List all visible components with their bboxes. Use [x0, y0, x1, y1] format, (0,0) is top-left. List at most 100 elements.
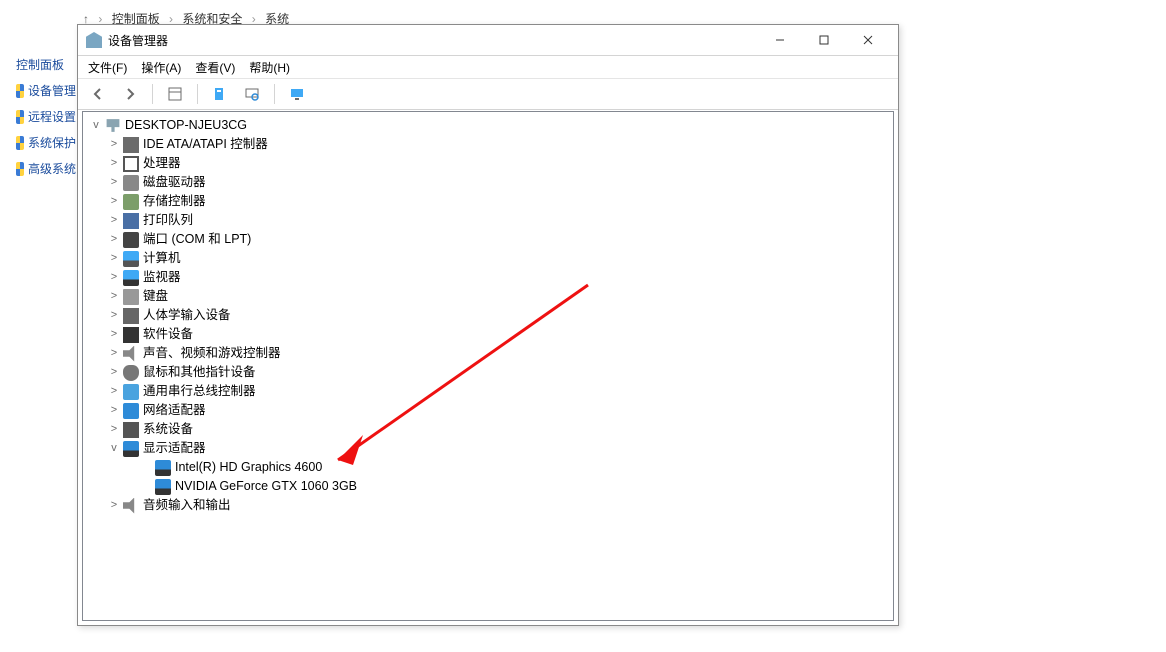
tree-label: 处理器	[143, 154, 181, 173]
disk-icon	[123, 175, 139, 191]
sidebar-item[interactable]: 系统保护	[16, 130, 76, 156]
tree-node[interactable]: > 计算机	[83, 249, 893, 268]
gpu-icon	[155, 460, 171, 476]
tree-label: 监视器	[143, 268, 181, 287]
shield-icon	[16, 110, 24, 124]
tree-label: 显示适配器	[143, 439, 206, 458]
sidebar-item[interactable]: 远程设置	[16, 104, 76, 130]
tree-label: 通用串行总线控制器	[143, 382, 256, 401]
menu-view[interactable]: 查看(V)	[195, 59, 235, 76]
tree-node[interactable]: > 网络适配器	[83, 401, 893, 420]
tree-node[interactable]: >端口 (COM 和 LPT)	[83, 230, 893, 249]
tree-node[interactable]: > 打印队列	[83, 211, 893, 230]
tree-node[interactable]: > 监视器	[83, 268, 893, 287]
shield-icon	[16, 136, 24, 150]
close-button[interactable]	[846, 25, 890, 55]
show-hide-tree-button[interactable]	[163, 82, 187, 106]
tree-node[interactable]: > 存储控制器	[83, 192, 893, 211]
ide-icon	[123, 137, 139, 153]
tree-label: 键盘	[143, 287, 168, 306]
tree-label: 人体学输入设备	[143, 306, 231, 325]
tree-node[interactable]: > 声音、视频和游戏控制器	[83, 344, 893, 363]
tree-label: 系统设备	[143, 420, 193, 439]
titlebar[interactable]: 设备管理器	[78, 25, 898, 56]
expand-toggle[interactable]: >	[107, 230, 121, 249]
expand-toggle[interactable]: >	[107, 496, 121, 515]
menu-help[interactable]: 帮助(H)	[249, 59, 290, 76]
sidebar-item[interactable]: 控制面板	[16, 52, 76, 78]
expand-toggle[interactable]: >	[107, 420, 121, 439]
tree-node[interactable]: > 磁盘驱动器	[83, 173, 893, 192]
mouse-icon	[123, 365, 139, 381]
tree-label: 声音、视频和游戏控制器	[143, 344, 281, 363]
device-tree[interactable]: vDESKTOP-NJEU3CG>IDE ATA/ATAPI 控制器>处理器>磁…	[82, 111, 894, 621]
tree-label: 网络适配器	[143, 401, 206, 420]
tree-node[interactable]: > 键盘	[83, 287, 893, 306]
menu-action[interactable]: 操作(A)	[141, 59, 181, 76]
app-icon	[86, 32, 102, 48]
gpu-icon	[155, 479, 171, 495]
snd-icon	[123, 346, 139, 362]
tree-label: 打印队列	[143, 211, 193, 230]
sidebar-item[interactable]: 设备管理	[16, 78, 76, 104]
stor-icon	[123, 194, 139, 210]
tree-node[interactable]: > 人体学输入设备	[83, 306, 893, 325]
forward-button[interactable]	[118, 82, 142, 106]
tree-label: IDE ATA/ATAPI 控制器	[143, 135, 268, 154]
sw-icon	[123, 327, 139, 343]
maximize-button[interactable]	[802, 25, 846, 55]
window-title: 设备管理器	[108, 32, 758, 49]
device-manager-window: 设备管理器 文件(F) 操作(A) 查看(V) 帮助(H)	[77, 24, 899, 626]
expand-toggle[interactable]: >	[107, 344, 121, 363]
shield-icon	[16, 162, 24, 176]
prn-icon	[123, 213, 139, 229]
pc-icon	[105, 118, 121, 134]
monitor-button[interactable]	[285, 82, 309, 106]
tree-label: 音频输入和输出	[143, 496, 231, 515]
expand-toggle[interactable]: >	[107, 192, 121, 211]
expand-toggle[interactable]: >	[107, 154, 121, 173]
tree-label: NVIDIA GeForce GTX 1060 3GB	[175, 477, 357, 496]
tree-node[interactable]: >软件设备	[83, 325, 893, 344]
usb-icon	[123, 384, 139, 400]
minimize-button[interactable]	[758, 25, 802, 55]
expand-toggle[interactable]: >	[107, 325, 121, 344]
tree-node[interactable]: > 系统设备	[83, 420, 893, 439]
tree-node[interactable]: > 处理器	[83, 154, 893, 173]
expand-toggle[interactable]: >	[107, 211, 121, 230]
expand-toggle[interactable]: v	[107, 439, 121, 458]
expand-toggle[interactable]: >	[107, 173, 121, 192]
expand-toggle[interactable]: >	[107, 401, 121, 420]
expand-toggle[interactable]: >	[107, 268, 121, 287]
kb-icon	[123, 289, 139, 305]
mon-icon	[123, 270, 139, 286]
net-icon	[123, 403, 139, 419]
tree-label: 磁盘驱动器	[143, 173, 206, 192]
tree-label: 计算机	[143, 249, 181, 268]
expand-toggle[interactable]: >	[107, 363, 121, 382]
expand-toggle[interactable]: >	[107, 306, 121, 325]
tree-node[interactable]: >Intel(R) HD Graphics 4600	[83, 458, 893, 477]
aud-icon	[123, 498, 139, 514]
expand-toggle[interactable]: >	[107, 382, 121, 401]
back-button[interactable]	[86, 82, 110, 106]
expand-toggle[interactable]: >	[107, 287, 121, 306]
expand-toggle[interactable]: v	[89, 116, 103, 135]
tree-node[interactable]: >NVIDIA GeForce GTX 1060 3GB	[83, 477, 893, 496]
scan-hardware-button[interactable]	[240, 82, 264, 106]
sidebar-item[interactable]: 高级系统	[16, 156, 76, 182]
tree-node[interactable]: vDESKTOP-NJEU3CG	[83, 116, 893, 135]
tree-node[interactable]: > IDE ATA/ATAPI 控制器	[83, 135, 893, 154]
tree-node[interactable]: > 通用串行总线控制器	[83, 382, 893, 401]
expand-toggle[interactable]: >	[107, 249, 121, 268]
expand-toggle[interactable]: >	[107, 135, 121, 154]
menu-file[interactable]: 文件(F)	[88, 59, 127, 76]
tree-label: 存储控制器	[143, 192, 206, 211]
tree-node[interactable]: > 鼠标和其他指针设备	[83, 363, 893, 382]
tree-node[interactable]: v 显示适配器	[83, 439, 893, 458]
menu-bar: 文件(F) 操作(A) 查看(V) 帮助(H)	[78, 56, 898, 79]
tree-label: 鼠标和其他指针设备	[143, 363, 256, 382]
properties-button[interactable]	[208, 82, 232, 106]
sidebar: 控制面板 设备管理 远程设置 系统保护 高级系统	[16, 52, 76, 182]
tree-node[interactable]: > 音频输入和输出	[83, 496, 893, 515]
